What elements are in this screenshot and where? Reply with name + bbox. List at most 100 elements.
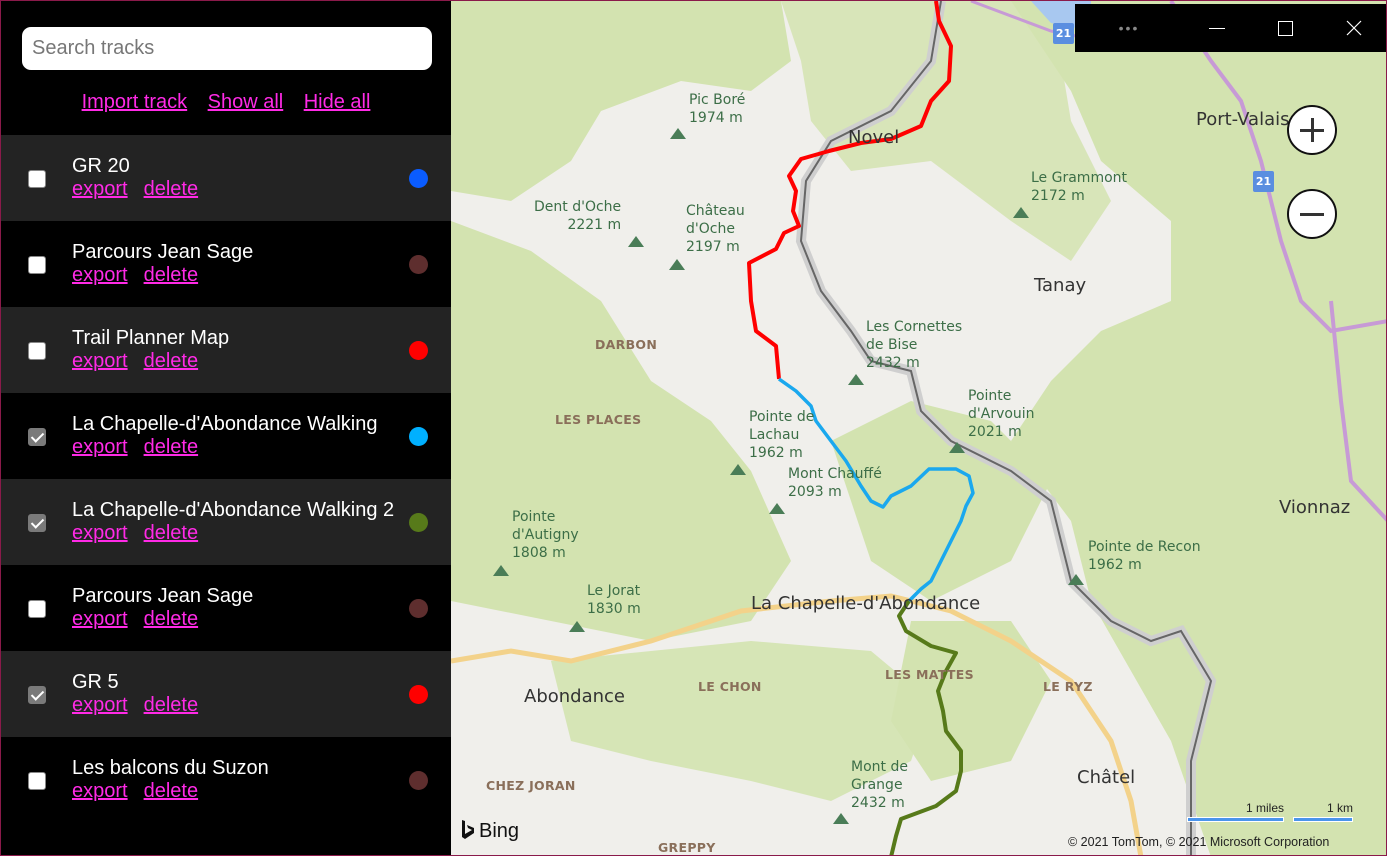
delete-link[interactable]: delete [144,694,199,716]
title-bar: ••• [1075,4,1386,52]
export-link[interactable]: export [72,264,128,286]
peak-marker-icon [669,259,685,270]
track-links: export delete [72,522,214,545]
import-track-link[interactable]: Import track [82,91,188,113]
hide-all-link[interactable]: Hide all [304,91,371,113]
more-icon: ••• [1118,20,1140,36]
track-visibility-checkbox[interactable] [28,256,46,274]
track-name: GR 20 [72,155,130,177]
track-visibility-checkbox[interactable] [28,170,46,188]
bing-icon [462,820,474,839]
track-color-swatch[interactable] [409,771,428,790]
peak-marker-icon [769,503,785,514]
show-all-link[interactable]: Show all [208,91,284,113]
delete-link[interactable]: delete [144,350,199,372]
track-links: export delete [72,436,214,459]
export-link[interactable]: export [72,608,128,630]
track-name: La Chapelle-d'Abondance Walking 2 [72,499,395,521]
export-link[interactable]: export [72,522,128,544]
track-visibility-checkbox[interactable] [28,342,46,360]
track-row: Parcours Jean Sage export delete [1,565,451,651]
bing-logo: Bing [461,819,519,843]
scale-miles-label: 1 miles [1245,801,1284,815]
export-link[interactable]: export [72,436,128,458]
export-link[interactable]: export [72,694,128,716]
town-label: Abondance [524,686,625,707]
peak-marker-icon [949,442,965,453]
track-list: GR 20 export delete Parcours Jean Sage expor… [1,135,451,823]
delete-link[interactable]: delete [144,436,199,458]
track-color-swatch[interactable] [409,169,428,188]
hamlet-label: LE RYZ [1043,679,1093,694]
scale-km: 1 km [1293,801,1353,822]
track-links: export delete [72,694,214,717]
peak-marker-icon [833,813,849,824]
track-actions: Import track Show all Hide all [1,91,451,114]
export-link[interactable]: export [72,780,128,802]
delete-link[interactable]: delete [144,522,199,544]
scale-miles-bar [1187,817,1284,822]
close-button[interactable] [1320,4,1386,52]
export-link[interactable]: export [72,350,128,372]
track-color-swatch[interactable] [409,255,428,274]
track-color-swatch[interactable] [409,599,428,618]
search-input[interactable] [22,27,432,70]
track-visibility-checkbox[interactable] [28,514,46,532]
map-view[interactable]: Pic Boré 1974 m Dent d'Oche 2221 m Château… [451,1,1386,855]
delete-link[interactable]: delete [144,264,199,286]
road-shield-icon: 21 [1053,23,1074,44]
bing-label: Bing [479,819,520,842]
track-row: Parcours Jean Sage export delete [1,221,451,307]
hamlet-label: LE CHON [698,679,762,694]
peak-marker-icon [569,621,585,632]
track-color-swatch[interactable] [409,513,428,532]
track-visibility-checkbox[interactable] [28,686,46,704]
close-icon [1346,20,1362,36]
track-color-swatch[interactable] [409,341,428,360]
minimize-button[interactable] [1183,4,1251,52]
scale-km-bar [1293,817,1353,822]
peak-label: Pointe d'Arvouin 2021 m [968,388,1035,440]
peak-marker-icon [1013,207,1029,218]
track-visibility-checkbox[interactable] [28,772,46,790]
maximize-icon [1277,20,1293,36]
sidebar: Import track Show all Hide all GR 20expo… [1,1,451,855]
track-color-swatch[interactable] [409,685,428,704]
town-label: Port-Valais [1196,109,1290,130]
export-link[interactable]: export [72,178,128,200]
track-visibility-checkbox[interactable] [28,600,46,618]
track-row: La Chapelle-d'Abondance Walking 2 export d… [1,479,451,565]
hamlet-label: GREPPY [658,840,716,855]
peak-marker-icon [628,236,644,247]
track-visibility-checkbox[interactable] [28,428,46,446]
road-shield-icon: 21 [1253,171,1274,192]
track-row: La Chapelle-d'Abondance Walking export del… [1,393,451,479]
peak-label: Château d'Oche 2197 m [686,203,745,255]
plus-icon-vertical [1311,118,1314,142]
track-name: Parcours Jean Sage [72,585,254,607]
track-name: GR 5 [72,671,119,693]
delete-link[interactable]: delete [144,780,199,802]
zoom-in-button[interactable] [1287,105,1337,155]
peak-label: Le Grammont 2172 m [1031,170,1128,204]
town-label: Novel [848,127,900,148]
peak-marker-icon [730,464,746,475]
track-row: GR 20 export delete [1,135,451,221]
peak-label: Pointe de Lachau 1962 m [749,409,815,461]
scale-km-label: 1 km [1326,801,1353,815]
track-color-swatch[interactable] [409,427,428,446]
more-button[interactable]: ••• [1095,4,1163,52]
hamlet-label: LES PLACES [555,412,642,427]
track-name: Les balcons du Suzon [72,757,269,779]
delete-link[interactable]: delete [144,178,199,200]
maximize-button[interactable] [1251,4,1319,52]
track-links: export delete [72,608,214,631]
town-label: Vionnaz [1279,497,1351,518]
hamlet-label: CHEZ JORAN [486,778,576,793]
track-row: GR 5 export delete [1,651,451,737]
peak-label: Pic Boré 1974 m [689,92,746,126]
delete-link[interactable]: delete [144,608,199,630]
zoom-out-button[interactable] [1287,189,1337,239]
track-links: export delete [72,350,214,373]
peak-marker-icon [848,374,864,385]
